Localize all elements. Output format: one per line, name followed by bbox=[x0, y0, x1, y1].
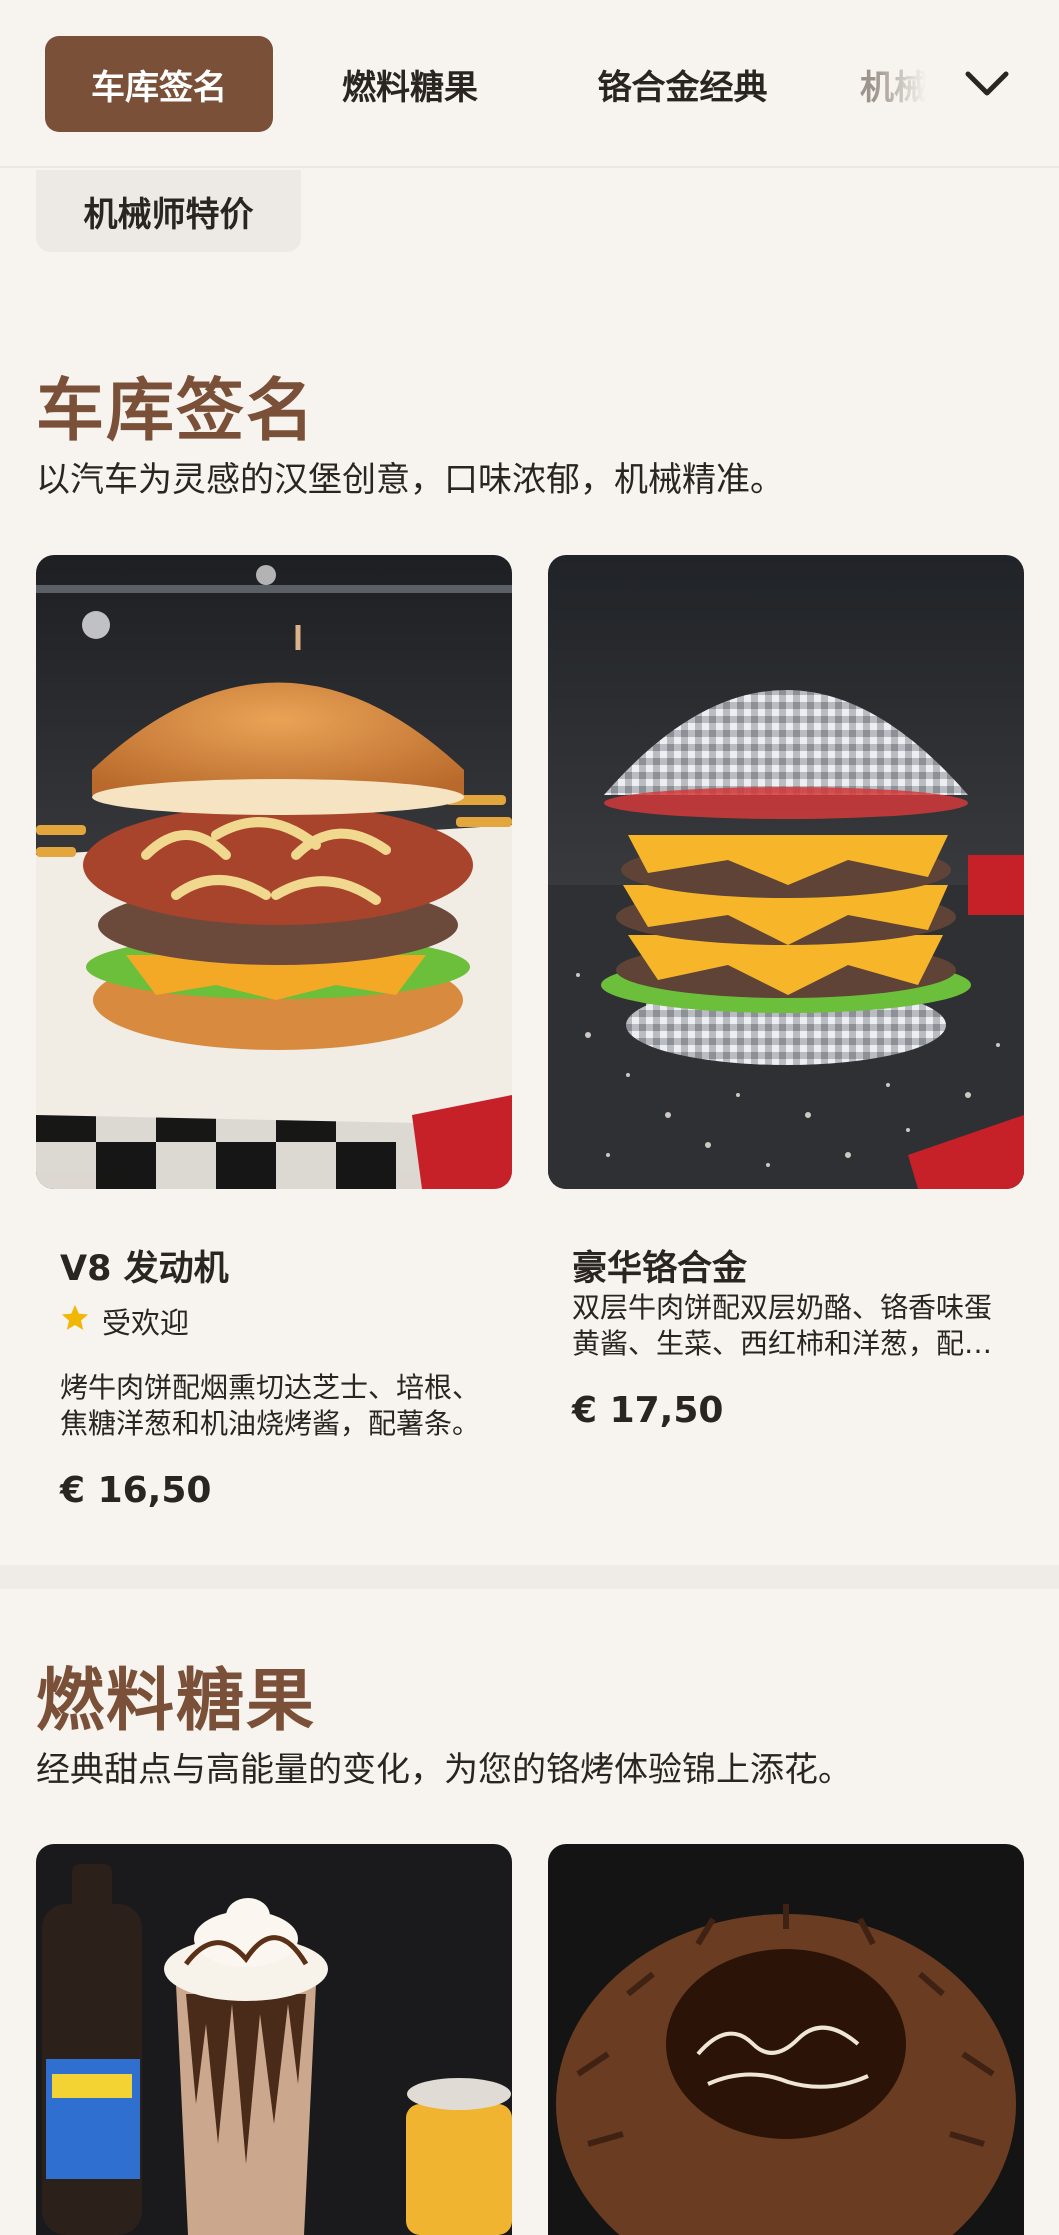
deluxe-chrome-burger-image[interactable] bbox=[548, 555, 1024, 1189]
section-title: 燃料糖果 bbox=[36, 1662, 317, 1741]
item-description: 双层牛肉饼配双层奶酪、铬香味蛋黄酱、生菜、西红柿和洋葱，配薯条。 bbox=[572, 1291, 993, 1360]
popular-badge: 受欢迎 bbox=[60, 1300, 189, 1342]
section-title: 车库签名 bbox=[36, 372, 317, 451]
item-price: € 17,50 bbox=[572, 1390, 724, 1431]
section-subtitle: 经典甜点与高能量的变化，为您的铬烤体验锦上添花。 bbox=[36, 1750, 852, 1790]
section-subtitle: 以汽车为灵感的汉堡创意，口味浓郁，机械精准。 bbox=[36, 460, 784, 500]
tab-chrome-classics[interactable]: 铬合金经典 bbox=[575, 36, 790, 132]
item-name[interactable]: V8 发动机 bbox=[60, 1240, 229, 1291]
chevron-down-icon[interactable] bbox=[960, 60, 1014, 108]
tab-mechanic-partial[interactable]: 机械 bbox=[860, 36, 930, 132]
item-price: € 16,50 bbox=[60, 1470, 212, 1511]
section-divider bbox=[0, 1565, 1059, 1589]
category-nav: 车库签名 燃料糖果 铬合金经典 机械 bbox=[0, 0, 1059, 168]
tab-fuel-sweets[interactable]: 燃料糖果 bbox=[325, 36, 495, 132]
v8-burger-image[interactable] bbox=[36, 555, 512, 1189]
tire-cake-image[interactable] bbox=[548, 1844, 1024, 2235]
oil-shake-image[interactable] bbox=[36, 1844, 512, 2235]
tab-garage-signatures[interactable]: 车库签名 bbox=[45, 36, 273, 132]
item-name[interactable]: 豪华铬合金 bbox=[572, 1240, 747, 1291]
badge-label: 受欢迎 bbox=[102, 1306, 190, 1340]
star-icon bbox=[60, 1303, 90, 1340]
tab-mechanic-specials[interactable]: 机械师特价 bbox=[36, 170, 301, 252]
item-description: 烤牛肉饼配烟熏切达芝士、培根、焦糖洋葱和机油烧烤酱，配薯条。 bbox=[60, 1371, 481, 1440]
